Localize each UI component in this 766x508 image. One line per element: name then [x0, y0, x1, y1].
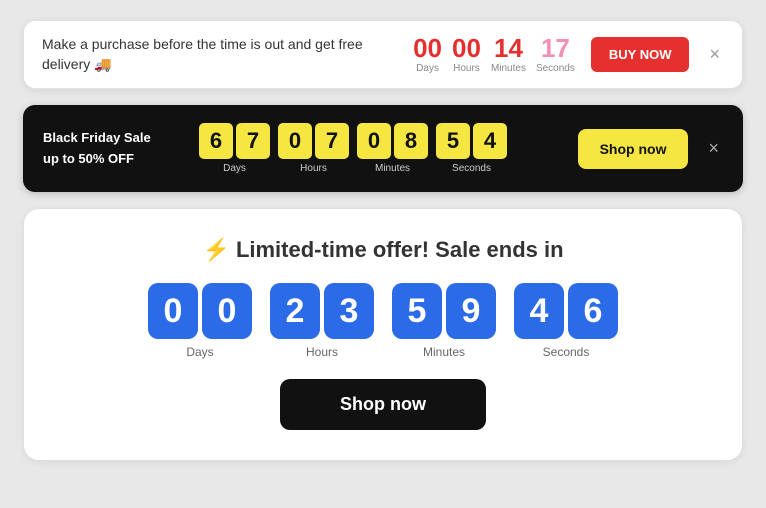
blue-minutes-d1: 5: [392, 283, 442, 339]
blue-days-d2: 0: [202, 283, 252, 339]
bf-seconds-digits: 5 4: [436, 123, 507, 159]
countdown-minutes: 14 Minutes: [491, 35, 526, 74]
bf-minutes-digits: 0 8: [357, 123, 428, 159]
bf-minutes: 0 8 Minutes: [357, 123, 428, 174]
banner1-text: Make a purchase before the time is out a…: [42, 35, 397, 74]
blue-seconds: 4 6 Seconds: [514, 283, 618, 359]
bf-days-d1: 6: [199, 123, 233, 159]
blue-hours-d1: 2: [270, 283, 320, 339]
bf-days: 6 7 Days: [199, 123, 270, 174]
bf-hours: 0 7 Hours: [278, 123, 349, 174]
banner2-close-button[interactable]: ×: [704, 138, 723, 159]
bf-title-line1: Black Friday Sale: [43, 130, 151, 145]
bf-hours-d1: 0: [278, 123, 312, 159]
countdown-hours: 00 Hours: [452, 35, 481, 74]
notification-banner: Make a purchase before the time is out a…: [23, 20, 743, 89]
countdown-days: 00 Days: [413, 35, 442, 74]
blue-countdown: 0 0 Days 2 3 Hours 5 9 Minutes 4 6 Secon…: [148, 283, 618, 359]
black-friday-banner: Black Friday Sale up to 50% OFF 6 7 Days…: [23, 105, 743, 192]
days-label: Days: [416, 63, 439, 74]
bf-hours-label: Hours: [300, 163, 327, 174]
hours-label: Hours: [453, 63, 480, 74]
bf-countdown: 6 7 Days 0 7 Hours 0 8 Minutes 5 4 Secon…: [199, 123, 507, 174]
banner1-close-button[interactable]: ×: [705, 44, 724, 65]
days-value: 00: [413, 35, 442, 61]
shop-now-button[interactable]: Shop now: [280, 379, 486, 430]
bf-title: Black Friday Sale up to 50% OFF: [43, 128, 183, 170]
banner1-countdown: 00 Days 00 Hours 14 Minutes 17 Seconds: [413, 35, 575, 74]
blue-minutes-digits: 5 9: [392, 283, 496, 339]
countdown-seconds: 17 Seconds: [536, 35, 575, 74]
bf-days-d2: 7: [236, 123, 270, 159]
blue-days-d1: 0: [148, 283, 198, 339]
bf-minutes-label: Minutes: [375, 163, 410, 174]
blue-hours-d2: 3: [324, 283, 374, 339]
bf-shop-now-button[interactable]: Shop now: [578, 129, 689, 169]
blue-days-digits: 0 0: [148, 283, 252, 339]
blue-seconds-label: Seconds: [543, 345, 590, 359]
bf-seconds-d2: 4: [473, 123, 507, 159]
hours-value: 00: [452, 35, 481, 61]
blue-minutes-d2: 9: [446, 283, 496, 339]
blue-hours-digits: 2 3: [270, 283, 374, 339]
blue-days: 0 0 Days: [148, 283, 252, 359]
blue-seconds-digits: 4 6: [514, 283, 618, 339]
bf-days-digits: 6 7: [199, 123, 270, 159]
bf-hours-digits: 0 7: [278, 123, 349, 159]
bf-title-line2: up to 50% OFF: [43, 151, 134, 166]
blue-seconds-d1: 4: [514, 283, 564, 339]
bf-seconds-d1: 5: [436, 123, 470, 159]
blue-minutes-label: Minutes: [423, 345, 465, 359]
blue-days-label: Days: [186, 345, 213, 359]
minutes-label: Minutes: [491, 63, 526, 74]
bf-hours-d2: 7: [315, 123, 349, 159]
bf-minutes-d1: 0: [357, 123, 391, 159]
bf-seconds: 5 4 Seconds: [436, 123, 507, 174]
sale-title: ⚡ Limited-time offer! Sale ends in: [202, 237, 563, 263]
bf-minutes-d2: 8: [394, 123, 428, 159]
limited-offer-banner: ⚡ Limited-time offer! Sale ends in 0 0 D…: [23, 208, 743, 461]
seconds-label: Seconds: [536, 63, 575, 74]
blue-seconds-d2: 6: [568, 283, 618, 339]
bf-seconds-label: Seconds: [452, 163, 491, 174]
blue-minutes: 5 9 Minutes: [392, 283, 496, 359]
blue-hours: 2 3 Hours: [270, 283, 374, 359]
blue-hours-label: Hours: [306, 345, 338, 359]
minutes-value: 14: [494, 35, 523, 61]
seconds-value: 17: [541, 35, 570, 61]
bf-days-label: Days: [223, 163, 246, 174]
buy-now-button[interactable]: BUY NOW: [591, 37, 690, 72]
